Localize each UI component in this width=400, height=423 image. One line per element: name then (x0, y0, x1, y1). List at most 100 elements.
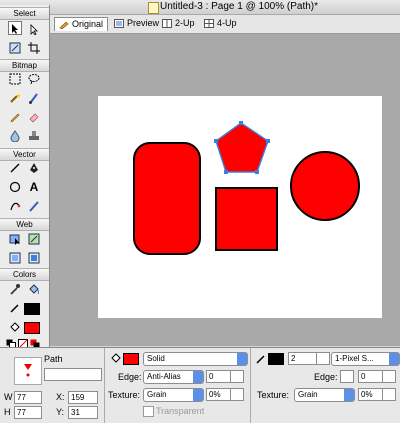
stroke-edge-toggle[interactable] (340, 370, 354, 383)
divider-2 (250, 348, 251, 423)
dropdown-arrow-icon (193, 389, 203, 401)
tab-4up[interactable]: 4-Up (200, 17, 241, 30)
dropdown-arrow-icon (344, 389, 354, 401)
transparent-checkbox[interactable] (143, 406, 154, 417)
subselect-tool[interactable] (27, 22, 41, 36)
eraser-icon (29, 113, 39, 123)
tab-original[interactable]: Original (54, 17, 109, 31)
show-slices-icon (28, 252, 40, 264)
view-tabs: Original Preview 2-Up 4-Up (50, 15, 400, 34)
object-name-field[interactable] (44, 368, 102, 381)
text-tool[interactable]: A (27, 180, 41, 194)
marquee-tool[interactable] (8, 72, 22, 86)
property-inspector: Path W 77 X: 159 H 77 Y: 31 Solid Edge: … (0, 347, 400, 423)
crop-icon (28, 42, 40, 54)
line-tool[interactable] (8, 161, 22, 175)
crop-tool[interactable] (27, 41, 41, 55)
pentagon-shape[interactable] (215, 122, 269, 173)
fill-edge-value: Anti-Alias (147, 372, 181, 381)
pen-tool[interactable] (27, 161, 41, 175)
show-slices-tool[interactable] (27, 251, 41, 265)
fill-bucket-icon (111, 353, 121, 363)
fill-edge-label: Edge: (118, 372, 142, 382)
hotspot-icon (9, 234, 20, 245)
eyedropper-tool[interactable] (8, 282, 22, 296)
stroke-pencil-icon (256, 355, 265, 364)
fill-color-well[interactable] (123, 353, 139, 365)
height-field[interactable]: 77 (14, 406, 42, 419)
square-shape[interactable] (215, 187, 278, 251)
magic-wand-tool[interactable] (8, 91, 22, 105)
rubber-stamp-icon (29, 131, 39, 140)
pen-icon (30, 163, 38, 173)
object-thumbnail-icon (24, 364, 32, 377)
tab-preview-label: Preview (127, 18, 160, 28)
stroke-size-stepper[interactable] (316, 352, 330, 365)
fill-texture-value: Grain (147, 390, 167, 399)
brush-icon (29, 93, 38, 104)
tab-preview[interactable]: Preview (110, 17, 163, 30)
fill-edge-amount-stepper[interactable] (230, 370, 244, 383)
lasso-tool[interactable] (27, 72, 41, 86)
tools-panel: Select Bitmap Vector A Web Colors (0, 5, 50, 349)
pencil-icon (10, 113, 20, 123)
paint-bucket-icon (29, 284, 39, 295)
paint-bucket-tool[interactable] (27, 282, 41, 296)
fill-texture-dropdown[interactable]: Grain (143, 388, 204, 402)
canvas-shapes (133, 121, 360, 255)
stroke-edge-label: Edge: (314, 372, 338, 382)
section-vector: Vector (0, 148, 49, 161)
magic-wand-icon (10, 93, 21, 103)
eraser-tool[interactable] (27, 110, 41, 124)
dropdown-arrow-icon (237, 353, 247, 365)
rounded-rectangle-shape[interactable] (133, 142, 201, 255)
freeform-icon (10, 202, 21, 211)
stroke-edge-amount-stepper[interactable] (382, 370, 396, 383)
fill-type-dropdown[interactable]: Solid (143, 352, 248, 366)
hide-slices-tool[interactable] (8, 251, 22, 265)
stroke-color-swatch[interactable] (24, 303, 40, 315)
stroke-texture-dropdown[interactable]: Grain (294, 388, 355, 402)
stroke-color-well[interactable] (268, 353, 284, 365)
hotspot-tool[interactable] (8, 232, 22, 246)
fill-texture-amount-stepper[interactable] (230, 388, 244, 401)
canvas-page[interactable] (98, 96, 382, 318)
tab-4up-label: 4-Up (217, 18, 237, 28)
section-bitmap: Bitmap (0, 59, 49, 72)
four-up-icon (204, 19, 214, 28)
dropdown-arrow-icon (389, 353, 399, 365)
pencil-tool[interactable] (8, 110, 22, 124)
width-field[interactable]: 77 (14, 391, 42, 404)
fill-texture-amount-field[interactable]: 0% (206, 388, 232, 401)
eyedropper-icon (10, 284, 20, 295)
tab-2up[interactable]: 2-Up (158, 17, 199, 30)
y-field[interactable]: 31 (68, 406, 98, 419)
ellipse-icon (9, 181, 21, 193)
blur-tool[interactable] (8, 129, 22, 143)
stroke-size-field[interactable]: 2 (288, 352, 318, 365)
fill-edge-amount-field[interactable]: 0 (206, 370, 232, 383)
freeform-tool[interactable] (8, 199, 22, 213)
stroke-color-icon-area (8, 301, 22, 315)
blur-icon (10, 130, 20, 142)
scale-tool[interactable] (8, 41, 22, 55)
brush-tool[interactable] (27, 91, 41, 105)
x-field[interactable]: 159 (68, 391, 98, 404)
pointer-tool[interactable] (8, 21, 22, 35)
knife-icon (29, 201, 39, 212)
fill-color-swatch[interactable] (24, 322, 40, 334)
slice-tool[interactable] (27, 232, 41, 246)
pointer-icon (12, 23, 18, 34)
stroke-texture-amount-field[interactable]: 0% (358, 388, 384, 401)
stroke-texture-amount-stepper[interactable] (382, 388, 396, 401)
stroke-type-dropdown[interactable]: 1-Pixel S... (331, 352, 400, 366)
rubber-stamp-tool[interactable] (27, 129, 41, 143)
ellipse-tool[interactable] (8, 180, 22, 194)
fill-edge-dropdown[interactable]: Anti-Alias (143, 370, 204, 384)
stroke-texture-label: Texture: (257, 390, 290, 400)
canvas-stage (50, 34, 400, 346)
knife-tool[interactable] (27, 199, 41, 213)
pencil-icon (59, 21, 69, 29)
stroke-edge-amount-field[interactable]: 0 (358, 370, 384, 383)
circle-shape[interactable] (290, 151, 360, 221)
